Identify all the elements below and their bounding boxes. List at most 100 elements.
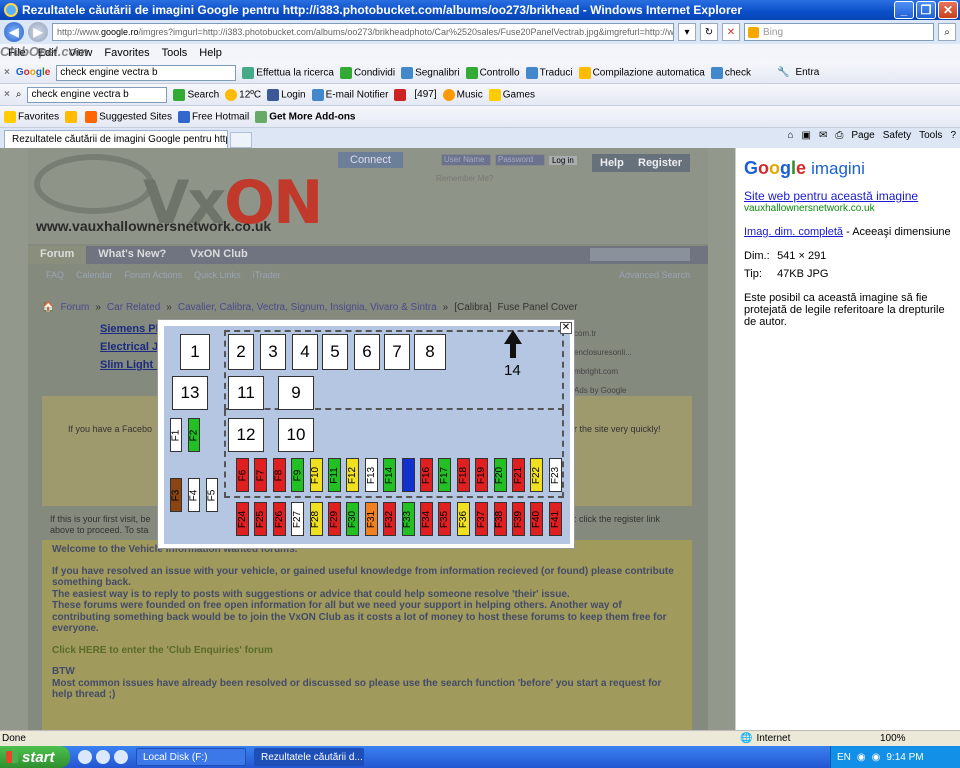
maximize-button[interactable]: ❐ bbox=[916, 1, 936, 19]
fuse-relay-9: 9 bbox=[278, 376, 314, 410]
nav-vxon-club[interactable]: VxON Club bbox=[178, 246, 259, 264]
subnav-quick-links[interactable]: Quick Links bbox=[194, 270, 241, 280]
games-button[interactable]: Games bbox=[488, 88, 535, 101]
tools-menu[interactable]: Tools bbox=[919, 130, 942, 141]
search-provider-input[interactable]: Bing bbox=[744, 23, 934, 41]
quick-launch-icon[interactable] bbox=[78, 750, 92, 764]
stop-button[interactable]: ✕ bbox=[722, 23, 740, 41]
fuse-f19: F19 bbox=[475, 458, 489, 492]
autofill-button[interactable]: Compilazione automatica bbox=[578, 66, 705, 79]
menu-tools[interactable]: Tools bbox=[162, 47, 188, 59]
refresh-button[interactable]: ↻ bbox=[700, 23, 718, 41]
home-icon[interactable]: 🏠 bbox=[42, 302, 54, 313]
ad-link[interactable]: Slim Light I bbox=[100, 356, 159, 374]
register-link[interactable]: Register bbox=[630, 154, 691, 172]
help-link[interactable]: Help bbox=[592, 154, 632, 172]
password-input[interactable]: Password bbox=[494, 154, 545, 166]
forward-button[interactable]: ▶ bbox=[28, 22, 48, 42]
subnav-forum-actions[interactable]: Forum Actions bbox=[125, 270, 183, 280]
share-button[interactable]: Condividi bbox=[339, 66, 395, 79]
breadcrumb-separator-icon: » bbox=[95, 302, 101, 313]
google-search-button[interactable]: Effettua la ricerca bbox=[242, 66, 334, 79]
print-icon[interactable]: ⎙ bbox=[835, 130, 843, 141]
suggested-sites-link[interactable]: Suggested Sites bbox=[85, 110, 172, 123]
translate-button[interactable]: Traduci bbox=[525, 66, 573, 79]
club-enquiries-link[interactable]: Click HERE to enter the 'Club Enquiries'… bbox=[52, 645, 682, 657]
favorites-button[interactable]: Favorites bbox=[4, 110, 59, 123]
username-input[interactable]: User Name bbox=[440, 154, 491, 166]
facebook-connect-button[interactable]: Connect bbox=[338, 152, 403, 168]
subnav-itrader[interactable]: iTrader bbox=[253, 270, 281, 280]
music-button[interactable]: Music bbox=[442, 88, 483, 101]
command-bar: ⌂ ▣ ✉ ⎙ Page Safety Tools ? bbox=[787, 130, 956, 141]
full-size-link[interactable]: Imag. dim. completă bbox=[744, 226, 843, 238]
check-button[interactable]: check bbox=[710, 66, 751, 79]
close-toolbar2-icon[interactable]: × bbox=[4, 89, 10, 100]
quick-launch-icon[interactable] bbox=[114, 750, 128, 764]
close-toolbar-icon[interactable]: × bbox=[4, 67, 10, 78]
fuse-f37: F37 bbox=[475, 502, 489, 536]
zoom-control[interactable]: 100% bbox=[880, 733, 906, 744]
login-button[interactable]: Log in bbox=[548, 155, 577, 165]
toolbar-search-input[interactable]: check engine vectra b bbox=[27, 86, 168, 103]
close-window-button[interactable]: ✕ bbox=[938, 1, 958, 19]
fuse-relay-4: 4 bbox=[292, 334, 318, 370]
menu-favorites[interactable]: Favorites bbox=[104, 47, 149, 59]
subnav-faq[interactable]: FAQ bbox=[46, 270, 64, 280]
tray-icon[interactable]: ◉ bbox=[857, 752, 866, 763]
site-subnav: FAQ Calendar Forum Actions Quick Links i… bbox=[46, 270, 281, 280]
google-search-input[interactable]: check engine vectra b bbox=[56, 64, 237, 81]
home-icon[interactable]: ⌂ bbox=[787, 130, 793, 141]
favorites-bar: Favorites Suggested Sites Free Hotmail G… bbox=[0, 106, 960, 128]
nav-forum[interactable]: Forum bbox=[28, 246, 87, 264]
ad-link[interactable]: Electrical J bbox=[100, 338, 159, 356]
advanced-search-link[interactable]: Advanced Search bbox=[619, 270, 690, 280]
menu-help[interactable]: Help bbox=[199, 47, 222, 59]
breadcrumb-car-related[interactable]: Car Related bbox=[107, 302, 160, 313]
youtube-icon[interactable] bbox=[394, 88, 408, 101]
breadcrumb-forum[interactable]: Forum bbox=[60, 302, 89, 313]
taskbar-item-ie[interactable]: Rezultatele căutării d... bbox=[254, 748, 364, 766]
taskbar-item-local-disk[interactable]: Local Disk (F:) bbox=[136, 748, 246, 766]
site-search-input[interactable] bbox=[590, 248, 690, 261]
start-button[interactable]: start bbox=[0, 746, 70, 768]
add-favorite-icon[interactable] bbox=[65, 110, 79, 123]
tab-google-images[interactable]: Rezultatele căutării de imagini Google p… bbox=[4, 130, 228, 148]
toolbar-search-button[interactable]: Search bbox=[173, 88, 219, 101]
fuse-label-14: 14 bbox=[504, 362, 521, 379]
signin-button[interactable]: Entra bbox=[795, 67, 819, 78]
new-tab-button[interactable] bbox=[230, 132, 252, 148]
get-addons-link[interactable]: Get More Add-ons bbox=[255, 110, 356, 123]
subnav-calendar[interactable]: Calendar bbox=[76, 270, 113, 280]
search-go-icon[interactable]: ⌕ bbox=[938, 23, 956, 41]
address-input[interactable]: http://www. google.ro/imgres?imgurl=http:… bbox=[52, 23, 674, 41]
facebook-login-button[interactable]: Login bbox=[267, 88, 306, 101]
close-popup-button[interactable]: ✕ bbox=[560, 322, 572, 334]
nav-whats-new[interactable]: What's New? bbox=[86, 246, 178, 264]
fuse-f16: F16 bbox=[420, 458, 433, 492]
wrench-icon[interactable]: 🔧 bbox=[777, 67, 789, 78]
breadcrumb-models[interactable]: Cavalier, Calibra, Vectra, Signum, Insig… bbox=[178, 302, 437, 313]
tray-icon[interactable]: ◉ bbox=[872, 752, 881, 763]
back-button[interactable]: ◀ bbox=[4, 22, 24, 42]
language-indicator[interactable]: EN bbox=[837, 752, 851, 763]
mail-icon[interactable]: ✉ bbox=[819, 130, 827, 141]
page-menu[interactable]: Page bbox=[851, 130, 874, 141]
weather-widget[interactable]: 12ºC bbox=[225, 88, 261, 101]
fuse-f5: F5 bbox=[206, 478, 218, 512]
minimize-button[interactable]: _ bbox=[894, 1, 914, 19]
address-dropdown-button[interactable]: ▾ bbox=[678, 23, 696, 41]
count-button[interactable]: [497] bbox=[414, 89, 436, 100]
website-link[interactable]: Site web pentru această imagine bbox=[744, 189, 952, 203]
remember-me-checkbox[interactable]: Remember Me? bbox=[436, 174, 493, 183]
spellcheck-button[interactable]: Controllo bbox=[465, 66, 520, 79]
safety-menu[interactable]: Safety bbox=[883, 130, 911, 141]
fuse-f23: F23 bbox=[548, 458, 562, 492]
quick-launch-icon[interactable] bbox=[96, 750, 110, 764]
help-icon[interactable]: ? bbox=[950, 130, 956, 141]
bookmarks-button[interactable]: Segnalibri bbox=[401, 66, 460, 79]
ad-link[interactable]: Siemens Pl bbox=[100, 320, 159, 338]
feeds-icon[interactable]: ▣ bbox=[802, 130, 811, 141]
free-hotmail-link[interactable]: Free Hotmail bbox=[177, 110, 249, 123]
email-notifier-button[interactable]: E-mail Notifier bbox=[311, 88, 388, 101]
